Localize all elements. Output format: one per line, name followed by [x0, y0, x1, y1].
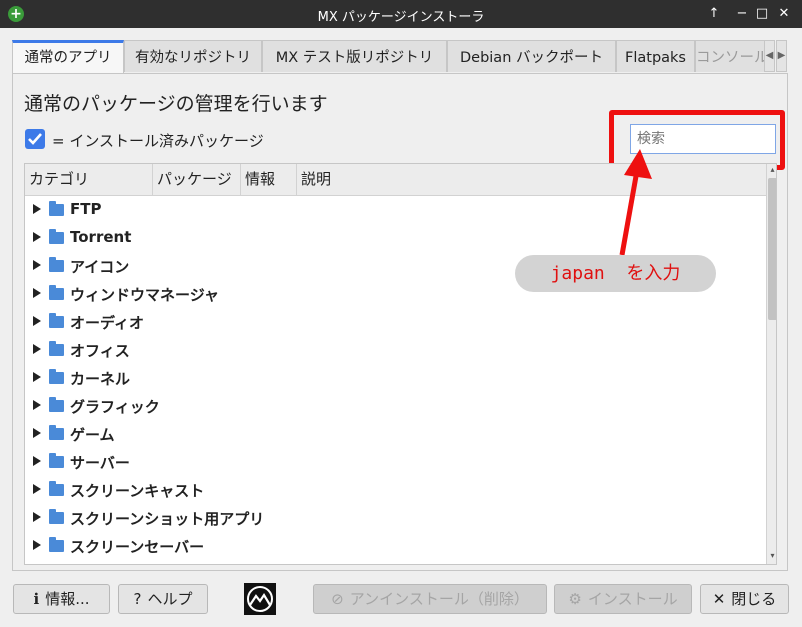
- tree-row[interactable]: ゲーム: [25, 420, 765, 448]
- category-label: オーディオ: [70, 314, 144, 332]
- tab-enabled-repos[interactable]: 有効なリポジトリ: [124, 40, 262, 72]
- folder-icon: [49, 425, 64, 440]
- close-button[interactable]: ✕ 閉じる: [700, 584, 789, 614]
- gear-icon: ⚙: [568, 590, 582, 608]
- page-heading: 通常のパッケージの管理を行います: [24, 93, 328, 115]
- tree-row[interactable]: カーネル: [25, 364, 765, 392]
- close-button-label: 閉じる: [731, 590, 777, 608]
- category-label: アイコン: [70, 258, 130, 276]
- expand-arrow-icon[interactable]: [33, 316, 41, 326]
- tab-console[interactable]: コンソール: [695, 40, 765, 72]
- category-label: サーバー: [70, 454, 130, 472]
- category-label: ウィンドウマネージャ: [70, 286, 219, 304]
- scroll-down-icon[interactable]: ▾: [767, 551, 776, 560]
- tab-scroll-left-button[interactable]: ◀: [764, 40, 775, 72]
- folder-icon: [49, 537, 64, 552]
- folder-icon: [49, 201, 64, 216]
- expand-arrow-icon[interactable]: [33, 372, 41, 382]
- folder-icon: [49, 229, 64, 244]
- expand-arrow-icon[interactable]: [33, 540, 41, 550]
- info-button[interactable]: ℹ 情報...: [13, 584, 110, 614]
- tree-row[interactable]: サーバー: [25, 448, 765, 476]
- tree-row[interactable]: オーディオ: [25, 308, 765, 336]
- tab-flatpaks[interactable]: Flatpaks: [616, 40, 695, 72]
- scroll-up-icon[interactable]: ▴: [767, 165, 776, 174]
- category-label: オフィス: [70, 342, 130, 360]
- uninstall-icon: ⊘: [331, 590, 344, 608]
- expand-arrow-icon[interactable]: [33, 484, 41, 494]
- folder-icon: [49, 285, 64, 300]
- maximize-button[interactable]: □: [753, 5, 771, 23]
- tab-scroll-right-button[interactable]: ▶: [776, 40, 787, 72]
- folder-icon: [49, 369, 64, 384]
- installed-checkbox-label: = インストール済みパッケージ: [52, 132, 264, 150]
- category-label: スクリーンショット用アプリ: [70, 510, 265, 528]
- help-button[interactable]: ? ヘルプ: [118, 584, 208, 614]
- tab-debian-backports[interactable]: Debian バックポート: [447, 40, 616, 72]
- tab-regular-apps[interactable]: 通常のアプリ: [12, 40, 124, 74]
- installed-checkbox[interactable]: [25, 129, 45, 149]
- annotation-label: japan を入力: [515, 255, 716, 292]
- tree-row[interactable]: スクリーンショット用アプリ: [25, 504, 765, 532]
- category-label: グラフィック: [70, 398, 160, 416]
- folder-icon: [49, 453, 64, 468]
- expand-arrow-icon[interactable]: [33, 344, 41, 354]
- check-icon: [28, 133, 42, 145]
- info-icon: ℹ: [33, 590, 40, 608]
- category-label: FTP: [70, 200, 102, 218]
- expand-arrow-icon[interactable]: [33, 232, 41, 242]
- expand-arrow-icon[interactable]: [33, 288, 41, 298]
- help-button-label: ヘルプ: [147, 590, 193, 608]
- column-header-package[interactable]: パッケージ: [153, 164, 241, 195]
- category-label: Torrent: [70, 228, 132, 246]
- help-icon: ?: [133, 590, 142, 608]
- expand-arrow-icon[interactable]: [33, 400, 41, 410]
- category-label: スクリーンキャスト: [70, 482, 205, 500]
- install-button[interactable]: ⚙ インストール: [554, 584, 692, 614]
- folder-icon: [49, 509, 64, 524]
- install-button-label: インストール: [587, 590, 678, 608]
- category-label: ゲーム: [70, 426, 115, 444]
- uninstall-button[interactable]: ⊘ アンインストール（削除）: [313, 584, 547, 614]
- folder-icon: [49, 341, 64, 356]
- folder-icon: [49, 481, 64, 496]
- expand-arrow-icon[interactable]: [33, 428, 41, 438]
- column-header-category[interactable]: カテゴリ: [25, 164, 153, 195]
- column-header-info[interactable]: 情報: [241, 164, 297, 195]
- tree-row[interactable]: オフィス: [25, 336, 765, 364]
- folder-icon: [49, 257, 64, 272]
- mx-logo-icon: [244, 583, 276, 615]
- expand-arrow-icon[interactable]: [33, 260, 41, 270]
- vertical-scrollbar[interactable]: ▴ ▾: [766, 164, 776, 564]
- close-window-button[interactable]: ✕: [775, 5, 793, 23]
- scrollbar-thumb[interactable]: [768, 178, 776, 320]
- title-bar: + MX パッケージインストーラ ↑ − □ ✕: [0, 0, 802, 28]
- info-button-label: 情報...: [45, 590, 90, 608]
- uninstall-button-label: アンインストール（削除）: [349, 590, 529, 608]
- tree-row[interactable]: スクリーンキャスト: [25, 476, 765, 504]
- annotation-arrow: [619, 149, 652, 256]
- minimize-button[interactable]: −: [733, 5, 751, 23]
- tab-bar: 通常のアプリ 有効なリポジトリ MX テスト版リポジトリ Debian バックポ…: [12, 40, 788, 74]
- expand-arrow-icon[interactable]: [33, 512, 41, 522]
- close-icon: ✕: [712, 590, 726, 608]
- category-label: スクリーンセーバー: [70, 538, 205, 556]
- category-label: カーネル: [70, 370, 131, 388]
- package-tree: カテゴリ パッケージ 情報 説明 FTP Torrent アイコンウィンドウマネージ…: [24, 163, 777, 565]
- column-header-description[interactable]: 説明: [297, 164, 766, 195]
- tab-mx-test-repo[interactable]: MX テスト版リポジトリ: [262, 40, 447, 72]
- expand-arrow-icon[interactable]: [33, 204, 41, 214]
- tree-row[interactable]: グラフィック: [25, 392, 765, 420]
- folder-icon: [49, 313, 64, 328]
- tree-row[interactable]: スクリーンセーバー: [25, 532, 765, 560]
- folder-icon: [49, 397, 64, 412]
- expand-arrow-icon[interactable]: [33, 456, 41, 466]
- keep-above-button[interactable]: ↑: [705, 5, 723, 23]
- window-title: MX パッケージインストーラ: [317, 10, 485, 25]
